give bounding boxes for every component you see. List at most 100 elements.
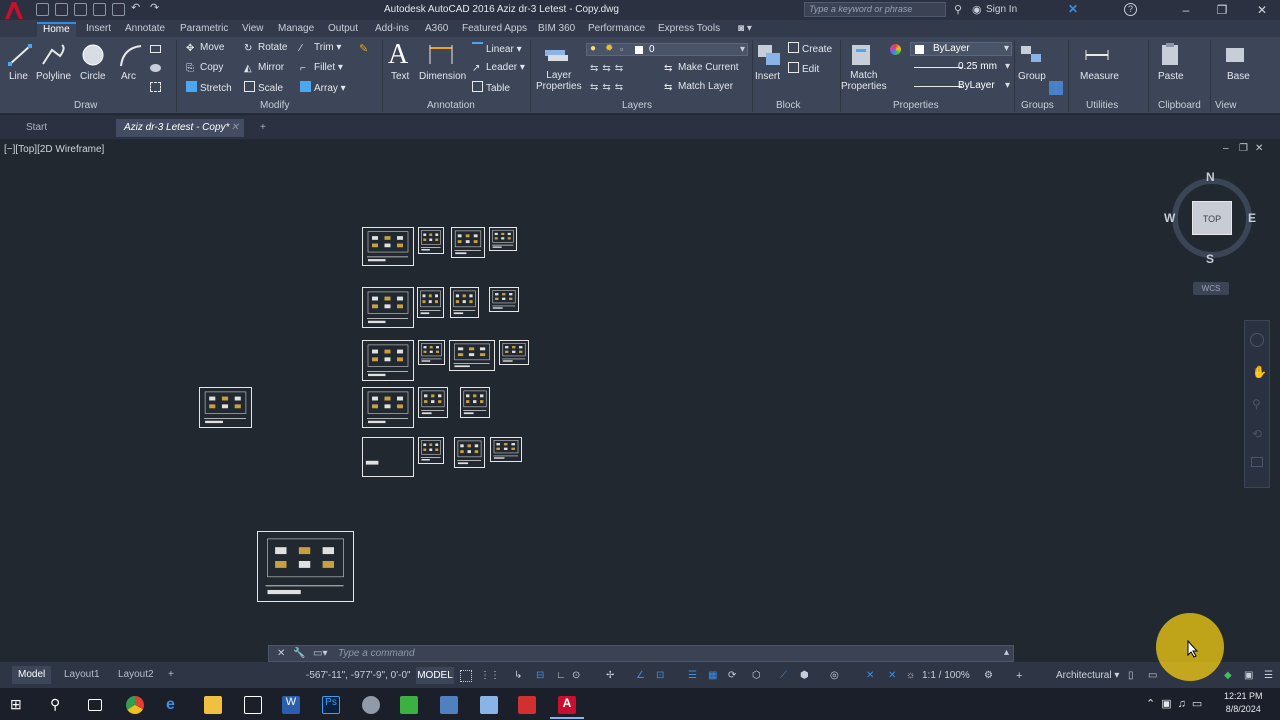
tab-bim-360[interactable]: BIM 360: [532, 22, 581, 37]
copy-button[interactable]: ⎘ Copy: [186, 62, 223, 74]
workspace-icon[interactable]: ⚙: [984, 670, 996, 682]
ribbon-options-icon[interactable]: ◙ ▾: [732, 22, 758, 37]
tab-model[interactable]: Model: [12, 666, 52, 684]
selection-filter-icon[interactable]: ⬢: [800, 670, 812, 682]
pan-icon[interactable]: ✋: [1252, 365, 1267, 379]
binoculars-icon[interactable]: ⚲: [954, 3, 962, 16]
polar-icon[interactable]: ⊙: [572, 670, 584, 682]
windows-start-icon[interactable]: ⊞: [10, 696, 28, 714]
task-view-icon[interactable]: [88, 699, 102, 711]
recorder-icon[interactable]: [518, 696, 536, 714]
isodraft-icon[interactable]: ✢: [606, 670, 618, 682]
tab-add-ins[interactable]: Add-ins: [369, 22, 415, 37]
drawing-sheet-thumbnail[interactable]: [199, 387, 252, 428]
drawing-sheet-thumbnail[interactable]: [460, 387, 490, 418]
drawing-sheet-thumbnail[interactable]: [257, 531, 354, 602]
tab-parametric[interactable]: Parametric: [174, 22, 234, 37]
array-button[interactable]: Array ▾: [300, 81, 346, 94]
move-button[interactable]: ✥ Move: [186, 42, 224, 54]
quick-properties-icon[interactable]: ▯: [1128, 670, 1140, 682]
tab-manage[interactable]: Manage: [272, 22, 320, 37]
annotation-scale[interactable]: 1:1 / 100%: [922, 670, 970, 681]
rotate-button[interactable]: ↻ Rotate: [244, 42, 287, 54]
navigation-bar[interactable]: ✋ ⚲ ⟲: [1244, 320, 1270, 488]
paste-button[interactable]: Paste: [1158, 71, 1184, 82]
tab-a360[interactable]: A360: [419, 22, 454, 37]
print-icon[interactable]: [112, 3, 125, 16]
drawing-sheet-thumbnail[interactable]: [499, 340, 529, 365]
compass-west[interactable]: W: [1164, 211, 1175, 225]
line-button[interactable]: Line: [9, 71, 28, 82]
text-icon[interactable]: A: [388, 39, 412, 70]
showmotion-icon[interactable]: [1251, 457, 1263, 467]
help-icon[interactable]: ?: [1124, 3, 1137, 16]
match-properties-button[interactable]: Match Properties: [841, 70, 887, 92]
grid-icon[interactable]: [460, 670, 472, 682]
lineweight-icon[interactable]: ☰: [688, 670, 700, 682]
create-block-button[interactable]: Create: [788, 42, 832, 55]
save-icon[interactable]: [74, 3, 87, 16]
properties-panel-label[interactable]: Properties: [893, 100, 939, 111]
stretch-button[interactable]: Stretch: [186, 81, 232, 94]
chrome-icon[interactable]: [126, 696, 144, 714]
dimension-button[interactable]: Dimension: [419, 71, 466, 82]
measure-icon[interactable]: [1083, 42, 1111, 68]
customization-icon[interactable]: ☰: [1264, 670, 1276, 682]
trim-button[interactable]: ⁄ Trim ▾: [300, 42, 341, 54]
object-snap-icon[interactable]: ⊡: [656, 670, 668, 682]
new-icon[interactable]: [36, 3, 49, 16]
drawing-sheet-thumbnail[interactable]: [362, 340, 414, 381]
autocad-logo-icon[interactable]: [2, 1, 30, 20]
user-icon[interactable]: ◉: [972, 3, 982, 16]
add-layout-button[interactable]: +: [162, 666, 180, 684]
viewcube[interactable]: TOP N S E W WCS: [1158, 168, 1268, 298]
polyline-icon[interactable]: [40, 42, 68, 68]
viewport-controls[interactable]: [−][Top][2D Wireframe]: [4, 144, 104, 155]
table-button[interactable]: Table: [472, 81, 510, 94]
3d-osnap-icon[interactable]: ⬡: [752, 670, 764, 682]
model-space-button[interactable]: MODEL: [416, 667, 454, 684]
app2-icon[interactable]: [440, 696, 458, 714]
drawing-sheet-thumbnail[interactable]: [418, 340, 445, 365]
edit-block-button[interactable]: Edit: [788, 62, 819, 75]
region-icon[interactable]: [150, 82, 161, 92]
tab-layout1[interactable]: Layout1: [58, 666, 106, 684]
wcs-button[interactable]: WCS: [1193, 282, 1229, 295]
clean-screen-icon[interactable]: ▣: [1244, 670, 1256, 682]
viewport-minimize-icon[interactable]: –: [1223, 143, 1229, 154]
tab-performance[interactable]: Performance: [582, 22, 651, 37]
match-properties-icon[interactable]: [848, 42, 876, 68]
viewport-restore-icon[interactable]: ❐: [1239, 143, 1248, 154]
arc-icon[interactable]: [117, 42, 145, 68]
tab-insert[interactable]: Insert: [80, 22, 117, 37]
undo-icon[interactable]: ↶: [131, 3, 144, 16]
word-icon[interactable]: W: [282, 696, 300, 714]
tab-layout2[interactable]: Layout2: [112, 666, 160, 684]
text-button[interactable]: Text: [391, 71, 409, 82]
groups-panel-label[interactable]: Groups: [1021, 100, 1054, 111]
compass-east[interactable]: E: [1248, 211, 1256, 225]
tab-start[interactable]: Start: [18, 119, 55, 137]
redo-icon[interactable]: ↷: [150, 3, 163, 16]
group-icon[interactable]: [1018, 42, 1046, 68]
ortho-icon[interactable]: ∟: [556, 670, 568, 682]
layer-properties-icon[interactable]: [542, 42, 570, 68]
zoom-icon[interactable]: ⚲: [1252, 397, 1261, 411]
insert-button[interactable]: Insert: [755, 71, 780, 82]
add-icon[interactable]: +: [1016, 670, 1028, 682]
color-wheel-icon[interactable]: [890, 44, 901, 55]
modify-panel-label[interactable]: Modify: [260, 100, 289, 111]
snap-icon[interactable]: ⋮⋮: [480, 670, 500, 682]
cursor-coordinates[interactable]: -567'-11", -977'-9", 0'-0": [306, 670, 411, 681]
drawing-sheet-thumbnail[interactable]: [362, 287, 414, 328]
base-button[interactable]: Base: [1227, 71, 1250, 82]
insert-block-icon[interactable]: [755, 42, 783, 68]
drawing-sheet-thumbnail[interactable]: [362, 437, 414, 477]
viewport-close-icon[interactable]: ✕: [1255, 143, 1263, 154]
command-prompt-icon[interactable]: ▭▾: [313, 648, 327, 659]
draw-panel-label[interactable]: Draw: [74, 100, 97, 111]
arc-button[interactable]: Arc: [121, 71, 136, 82]
close-icon[interactable]: ✕: [277, 648, 285, 659]
color-dropdown[interactable]: ByLayer ▾: [910, 42, 1012, 56]
clipboard-panel-label[interactable]: Clipboard: [1158, 100, 1201, 111]
